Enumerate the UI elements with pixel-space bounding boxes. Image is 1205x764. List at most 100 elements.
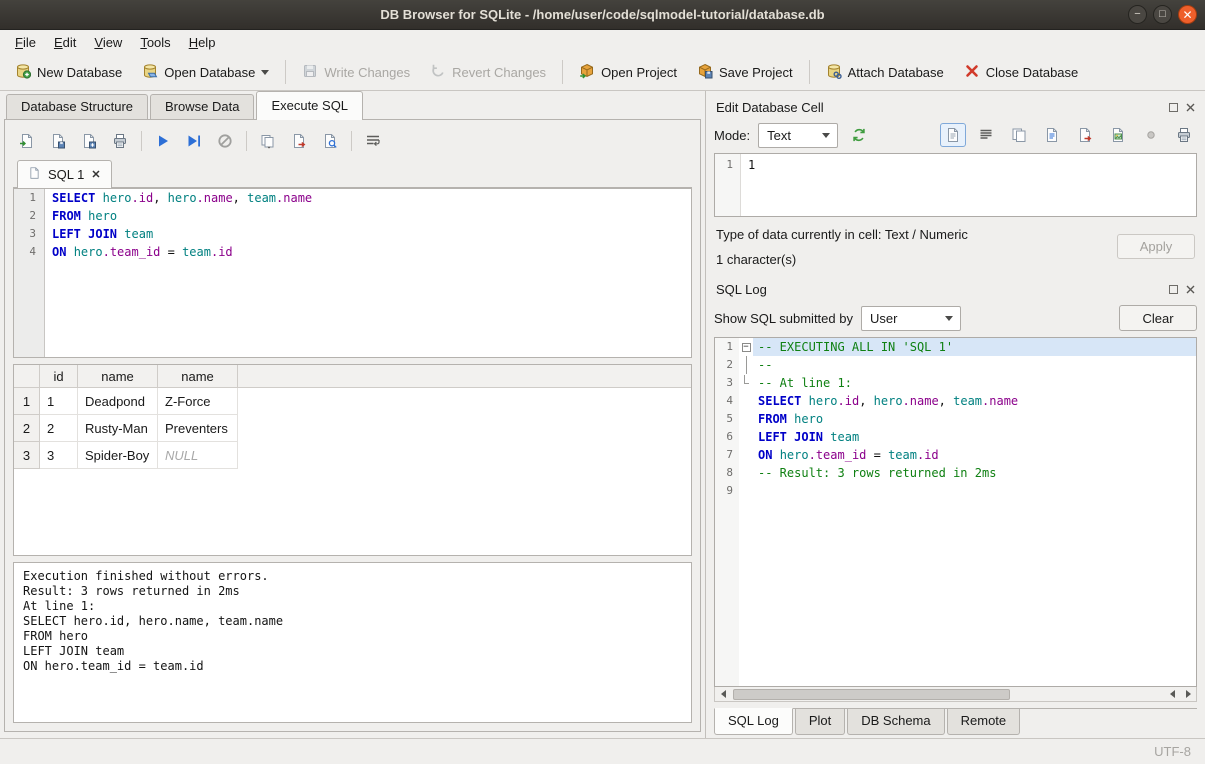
import-data-button[interactable] <box>846 123 872 147</box>
revert-changes-button[interactable]: Revert Changes <box>421 58 555 87</box>
close-database-button[interactable]: Close Database <box>955 58 1088 87</box>
table-cell[interactable]: Preventers <box>158 415 238 442</box>
grid-corner[interactable] <box>14 365 40 387</box>
close-dock-icon[interactable] <box>1186 285 1195 294</box>
scroll-left-icon[interactable] <box>1164 688 1180 701</box>
sql-toolbar <box>13 126 692 156</box>
tab-execute-sql[interactable]: Execute SQL <box>256 91 363 120</box>
tabs-dd-button[interactable] <box>258 131 278 151</box>
line-number: 2 <box>14 207 44 225</box>
toolbar-separator <box>809 60 810 84</box>
open-project-button[interactable]: Open Project <box>570 58 686 87</box>
maximize-button[interactable]: □ <box>1153 5 1172 24</box>
fold-marker <box>739 410 753 428</box>
print-button[interactable] <box>1171 123 1197 147</box>
tab-browse-data[interactable]: Browse Data <box>150 94 254 120</box>
table-cell[interactable]: Spider-Boy <box>78 442 158 469</box>
toolbar-separator <box>351 131 352 151</box>
close-button[interactable]: ✕ <box>1178 5 1197 24</box>
db-new-icon <box>15 63 31 82</box>
close-dock-icon[interactable] <box>1186 103 1195 112</box>
scroll-left-icon[interactable] <box>715 688 731 701</box>
align-button[interactable] <box>973 123 999 147</box>
toolbar-separator <box>562 60 563 84</box>
word-wrap-button[interactable] <box>363 131 383 151</box>
float-dock-icon[interactable] <box>1169 103 1178 112</box>
tab-remote[interactable]: Remote <box>947 709 1021 735</box>
tab-sql-log[interactable]: SQL Log <box>714 708 793 735</box>
browse-page-button[interactable] <box>320 131 340 151</box>
table-cell[interactable]: 1 <box>40 388 78 415</box>
line-number: 9 <box>715 482 739 500</box>
sql-tab-bar: SQL 1 ✕ <box>13 158 692 188</box>
save-sql-button[interactable] <box>48 131 68 151</box>
menu-file[interactable]: File <box>6 32 45 53</box>
table-cell[interactable]: Z-Force <box>158 388 238 415</box>
table-cell[interactable]: Deadpond <box>78 388 158 415</box>
row-header[interactable]: 1 <box>14 388 40 415</box>
doc-blue-button[interactable] <box>1039 123 1065 147</box>
minimize-button[interactable]: − <box>1128 5 1147 24</box>
sql-tab[interactable]: SQL 1 ✕ <box>17 160 112 188</box>
line-number: 8 <box>715 464 739 482</box>
menu-edit[interactable]: Edit <box>45 32 85 53</box>
log-filter-select[interactable]: User <box>861 306 961 331</box>
export-page-button[interactable] <box>289 131 309 151</box>
table-cell[interactable]: 3 <box>40 442 78 469</box>
attach-database-button[interactable]: Attach Database <box>817 58 953 87</box>
row-header[interactable]: 3 <box>14 442 40 469</box>
column-header-id[interactable]: id <box>40 365 78 387</box>
title-bar[interactable]: DB Browser for SQLite - /home/user/code/… <box>0 0 1205 30</box>
open-sql-button[interactable] <box>17 131 37 151</box>
scrollbar-thumb[interactable] <box>733 689 1010 700</box>
column-header-name[interactable]: name <box>158 365 238 387</box>
save-project-button[interactable]: Save Project <box>688 58 802 87</box>
mode-select[interactable]: Text <box>758 123 838 148</box>
sql-editor[interactable]: 1SELECT hero.id, hero.name, team.name2FR… <box>13 188 692 358</box>
cell-editor[interactable]: 1 1 <box>714 153 1197 217</box>
table-cell[interactable]: Rusty-Man <box>78 415 158 442</box>
chevron-down-icon <box>261 70 269 75</box>
menu-help[interactable]: Help <box>180 32 225 53</box>
write-changes-button[interactable]: Write Changes <box>293 58 419 87</box>
doc-copy-button[interactable] <box>1006 123 1032 147</box>
header-filler <box>238 365 691 387</box>
log-horizontal-scrollbar[interactable] <box>714 687 1197 702</box>
table-cell[interactable]: NULL <box>158 442 238 469</box>
sql-file-icon <box>28 166 41 183</box>
menu-view[interactable]: View <box>85 32 131 53</box>
chevron-down-icon <box>822 133 830 138</box>
execute-all-button[interactable] <box>153 131 173 151</box>
clear-log-button[interactable]: Clear <box>1119 305 1197 331</box>
chevron-down-icon <box>945 316 953 321</box>
doc-text-button[interactable] <box>940 123 966 147</box>
stop-button[interactable] <box>215 131 235 151</box>
tab-close-icon[interactable]: ✕ <box>91 168 100 181</box>
fold-marker[interactable]: − <box>739 338 753 356</box>
row-header[interactable]: 2 <box>14 415 40 442</box>
apply-button[interactable]: Apply <box>1117 234 1195 259</box>
line-number: 7 <box>715 446 739 464</box>
log-filter-label: Show SQL submitted by <box>714 311 853 326</box>
print-button[interactable] <box>110 131 130 151</box>
dot-button[interactable] <box>1138 123 1164 147</box>
doc-image-button[interactable] <box>1105 123 1131 147</box>
new-database-button[interactable]: New Database <box>6 58 131 87</box>
toolbar-label: Close Database <box>986 65 1079 80</box>
tab-plot[interactable]: Plot <box>795 709 845 735</box>
tab-database-structure[interactable]: Database Structure <box>6 94 148 120</box>
sql-log-view[interactable]: 1−-- EXECUTING ALL IN 'SQL 1'2--3-- At l… <box>714 337 1197 687</box>
execute-line-button[interactable] <box>184 131 204 151</box>
float-dock-icon[interactable] <box>1169 285 1178 294</box>
menu-tools[interactable]: Tools <box>131 32 179 53</box>
tab-db-schema[interactable]: DB Schema <box>847 709 944 735</box>
code-line: SELECT hero.id, hero.name, team.name <box>753 392 1196 410</box>
scrollbar-track[interactable] <box>731 688 1164 701</box>
scroll-right-icon[interactable] <box>1180 688 1196 701</box>
save-as-button[interactable] <box>79 131 99 151</box>
column-header-name[interactable]: name <box>78 365 158 387</box>
open-database-button[interactable]: Open Database <box>133 58 278 87</box>
table-cell[interactable]: 2 <box>40 415 78 442</box>
doc-export-button[interactable] <box>1072 123 1098 147</box>
table-row: 22Rusty-ManPreventers <box>14 415 691 442</box>
